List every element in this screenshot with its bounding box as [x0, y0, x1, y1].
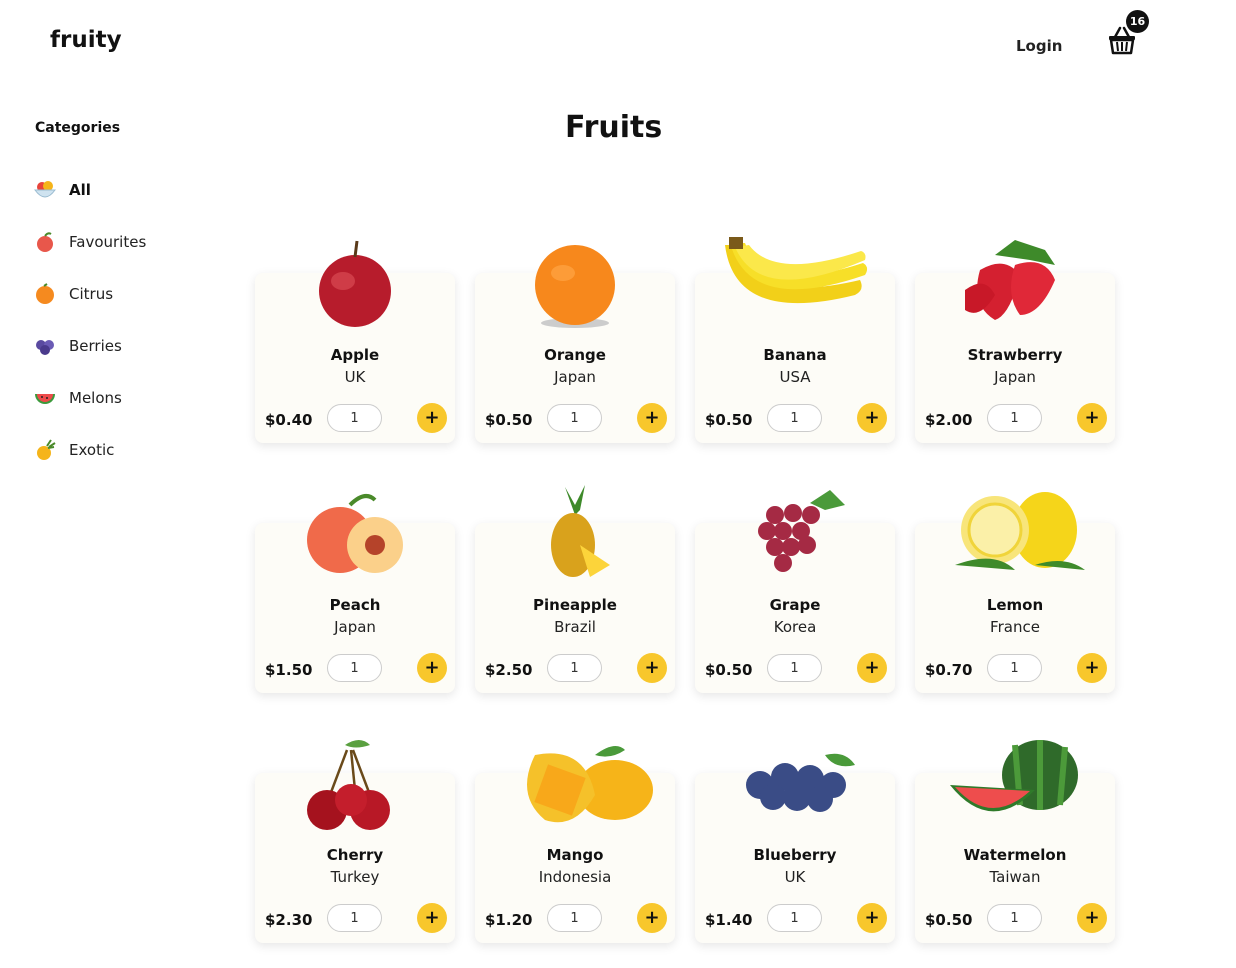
pineapple-icon	[37, 439, 56, 460]
quantity-input[interactable]	[767, 904, 822, 932]
quantity-input[interactable]	[767, 404, 822, 432]
category-all[interactable]: All	[33, 178, 91, 202]
quantity-input[interactable]	[767, 654, 822, 682]
add-to-cart-button[interactable]: +	[1077, 903, 1107, 933]
product-origin: Brazil	[554, 618, 596, 636]
product-price: $1.50	[265, 661, 313, 679]
quantity-input[interactable]	[547, 404, 602, 432]
add-to-cart-button[interactable]: +	[857, 653, 887, 683]
product-price: $2.00	[925, 411, 973, 429]
quantity-input[interactable]	[987, 904, 1042, 932]
quantity-input[interactable]	[547, 904, 602, 932]
quantity-input[interactable]	[327, 904, 382, 932]
logo[interactable]: fruity	[50, 27, 122, 53]
category-label: Melons	[69, 389, 122, 407]
category-favourites[interactable]: Favourites	[33, 230, 146, 254]
product-origin: USA	[779, 368, 811, 386]
product-price: $0.40	[265, 411, 313, 429]
add-to-cart-button[interactable]: +	[637, 653, 667, 683]
product-origin: France	[990, 618, 1040, 636]
mango-image	[495, 735, 655, 835]
product-name: Apple	[330, 346, 380, 364]
add-to-cart-button[interactable]: +	[1077, 653, 1107, 683]
page-title: Fruits	[565, 110, 663, 145]
product-price: $2.50	[485, 661, 533, 679]
banana-image	[715, 235, 875, 335]
product-origin: UK	[344, 368, 366, 386]
quantity-input[interactable]	[327, 654, 382, 682]
add-to-cart-button[interactable]: +	[857, 403, 887, 433]
category-label: Berries	[69, 337, 122, 355]
product-name: Banana	[763, 346, 827, 364]
pineapple-image	[495, 485, 655, 585]
lemon-image	[935, 485, 1095, 585]
berries-icon	[36, 340, 54, 355]
category-label: Exotic	[69, 441, 115, 459]
add-to-cart-button[interactable]: +	[1077, 403, 1107, 433]
product-price: $0.50	[925, 911, 973, 929]
add-to-cart-button[interactable]: +	[417, 653, 447, 683]
peach-image	[275, 485, 435, 585]
grape-image	[715, 485, 875, 585]
orange-icon	[36, 283, 54, 304]
product-origin: Japan	[994, 368, 1036, 386]
category-exotic[interactable]: Exotic	[33, 438, 114, 462]
product-name: Orange	[544, 346, 606, 364]
product-origin: Korea	[773, 618, 817, 636]
product-name: Strawberry	[967, 346, 1063, 364]
product-name: Grape	[769, 596, 821, 614]
category-melons[interactable]: Melons	[33, 386, 122, 410]
category-label: Citrus	[69, 285, 114, 303]
product-price: $1.40	[705, 911, 753, 929]
quantity-input[interactable]	[987, 654, 1042, 682]
product-name: Mango	[546, 846, 604, 864]
add-to-cart-button[interactable]: +	[637, 903, 667, 933]
quantity-input[interactable]	[987, 404, 1042, 432]
product-origin: Japan	[554, 368, 596, 386]
cart-count-badge: 16	[1126, 10, 1149, 33]
product-origin: Indonesia	[538, 868, 612, 886]
product-origin: Taiwan	[989, 868, 1041, 886]
add-to-cart-button[interactable]: +	[417, 903, 447, 933]
product-origin: Japan	[334, 618, 376, 636]
product-name: Watermelon	[963, 846, 1067, 864]
product-name: Cherry	[326, 846, 384, 864]
login-link[interactable]: Login	[1016, 37, 1062, 55]
quantity-input[interactable]	[547, 654, 602, 682]
product-price: $2.30	[265, 911, 313, 929]
category-label: Favourites	[69, 233, 147, 251]
watermelon-icon	[35, 394, 55, 404]
product-name: Lemon	[986, 596, 1044, 614]
add-to-cart-button[interactable]: +	[417, 403, 447, 433]
apple-image	[275, 235, 435, 335]
categories-heading: Categories	[35, 120, 121, 136]
quantity-input[interactable]	[327, 404, 382, 432]
product-price: $1.20	[485, 911, 533, 929]
product-name: Pineapple	[533, 596, 617, 614]
add-to-cart-button[interactable]: +	[857, 903, 887, 933]
product-name: Peach	[329, 596, 381, 614]
product-price: $0.50	[705, 661, 753, 679]
product-name: Blueberry	[753, 846, 837, 864]
blueberry-image	[715, 735, 875, 835]
category-berries[interactable]: Berries	[33, 334, 122, 358]
category-label: All	[69, 181, 91, 199]
product-origin: UK	[784, 868, 806, 886]
add-to-cart-button[interactable]: +	[637, 403, 667, 433]
product-price: $0.70	[925, 661, 973, 679]
watermelon-image	[935, 735, 1095, 835]
orange-image	[495, 235, 655, 335]
product-price: $0.50	[485, 411, 533, 429]
apple-icon	[37, 232, 53, 252]
strawberry-image	[935, 235, 1095, 335]
product-origin: Turkey	[330, 868, 380, 886]
fruit-bowl-icon	[34, 181, 56, 198]
category-citrus[interactable]: Citrus	[33, 282, 113, 306]
cherry-image	[275, 735, 435, 835]
product-price: $0.50	[705, 411, 753, 429]
